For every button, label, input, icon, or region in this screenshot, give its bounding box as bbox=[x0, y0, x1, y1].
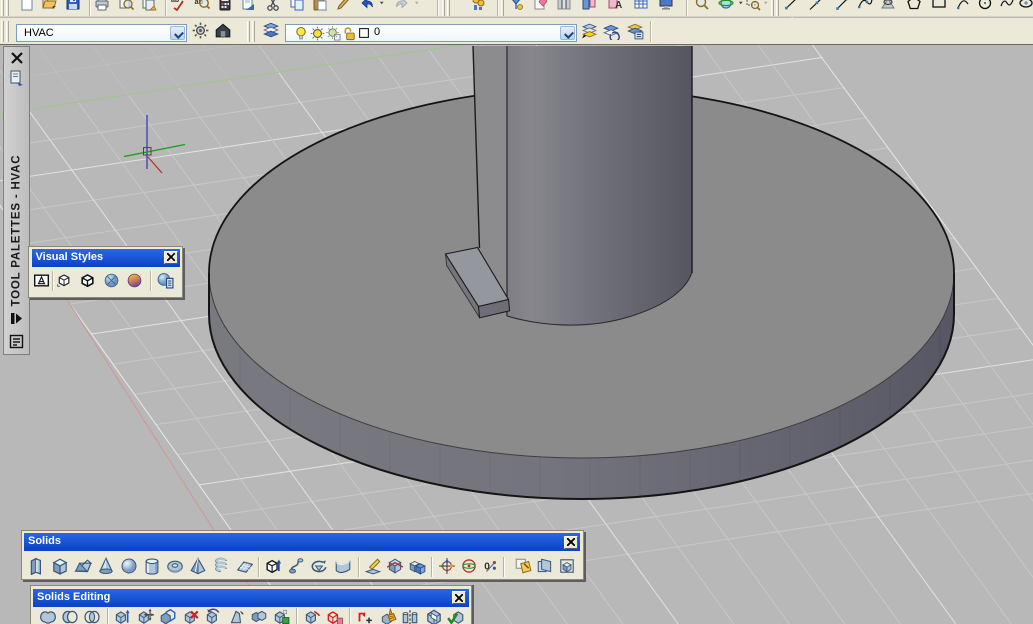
svg-text:ab: ab bbox=[171, 0, 179, 4]
svg-text:A: A bbox=[615, 0, 622, 11]
